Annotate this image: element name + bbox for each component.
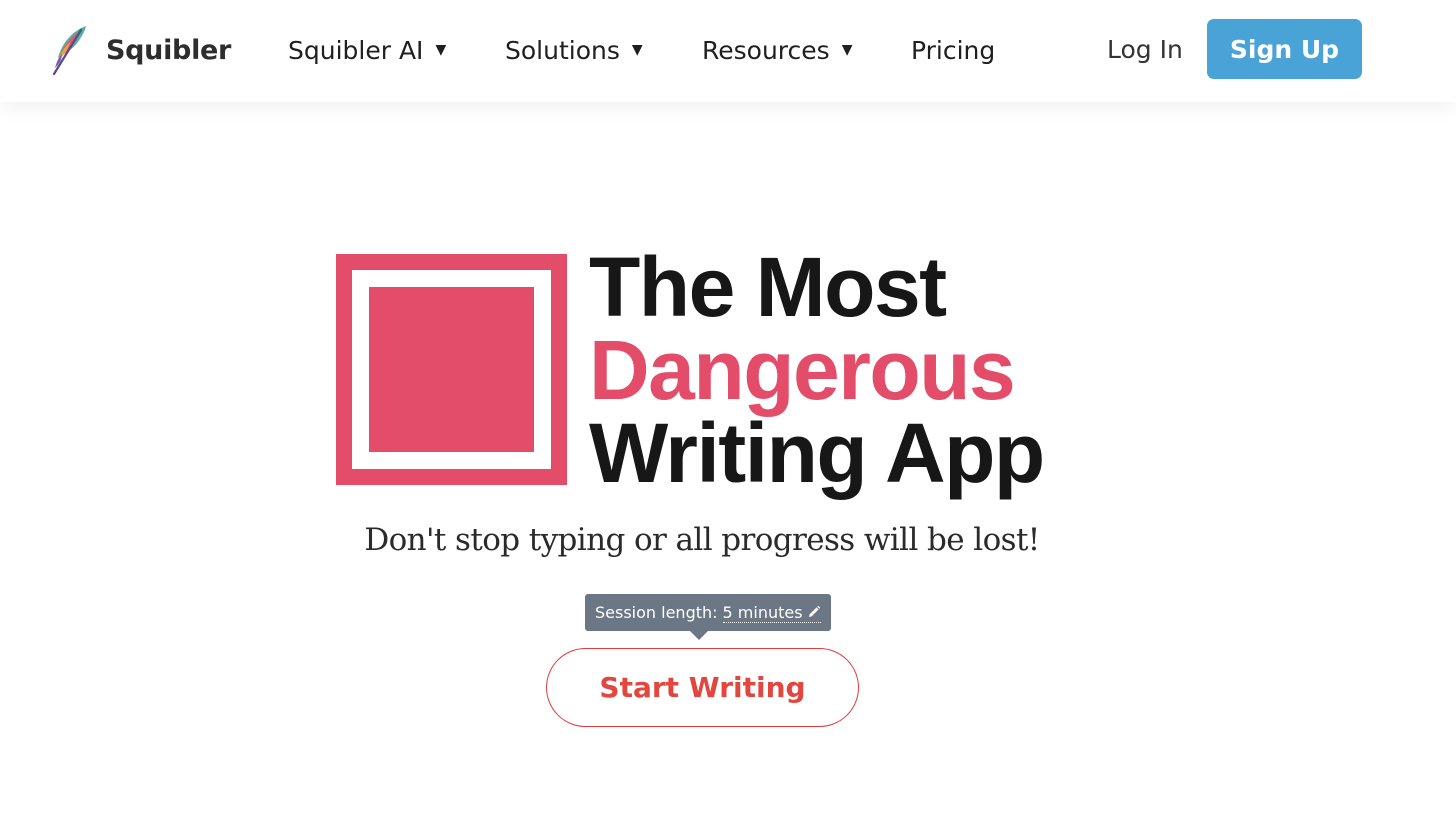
nav-item-label: Pricing <box>911 35 996 65</box>
hero-title-accent: Dangerous <box>589 323 1016 417</box>
caret-down-icon: ▼ <box>435 42 447 58</box>
pencil-icon <box>808 605 820 617</box>
brand-logo-link[interactable]: Squibler <box>48 24 231 76</box>
session-length-selector[interactable]: 5 minutes <box>722 602 821 623</box>
nav-item-pricing[interactable]: Pricing <box>911 30 995 70</box>
hero-title: The Most Dangerous Writing App <box>589 240 1109 500</box>
feather-quill-icon <box>52 26 86 76</box>
site-header: Squibler Squibler AI ▼ Solutions ▼ Resou… <box>0 0 1456 102</box>
hero-title-line-1: The Most <box>589 240 947 334</box>
nav-item-label: Resources <box>702 35 830 65</box>
login-link[interactable]: Log In <box>1107 30 1183 70</box>
hero-title-line-3: Writing App <box>589 406 1045 500</box>
session-length-tooltip: Session length: 5 minutes <box>585 594 831 640</box>
nav-item-label: Squibler AI <box>288 35 424 65</box>
session-length-value: 5 minutes <box>722 602 803 622</box>
nav-item-solutions[interactable]: Solutions ▼ <box>505 30 643 70</box>
brand-name: Squibler <box>106 34 232 66</box>
nested-square-logo <box>336 254 567 485</box>
signup-button[interactable]: Sign Up <box>1207 19 1362 79</box>
nav-item-resources[interactable]: Resources ▼ <box>702 30 852 70</box>
nav-item-label: Solutions <box>505 35 620 65</box>
caret-down-icon: ▼ <box>631 42 643 58</box>
start-writing-button[interactable]: Start Writing <box>546 648 859 727</box>
caret-down-icon: ▼ <box>841 42 853 58</box>
hero-subtitle: Don't stop typing or all progress will b… <box>364 522 1040 558</box>
session-length-label: Session length: <box>595 603 718 622</box>
nav-item-squibler-ai[interactable]: Squibler AI ▼ <box>288 30 446 70</box>
